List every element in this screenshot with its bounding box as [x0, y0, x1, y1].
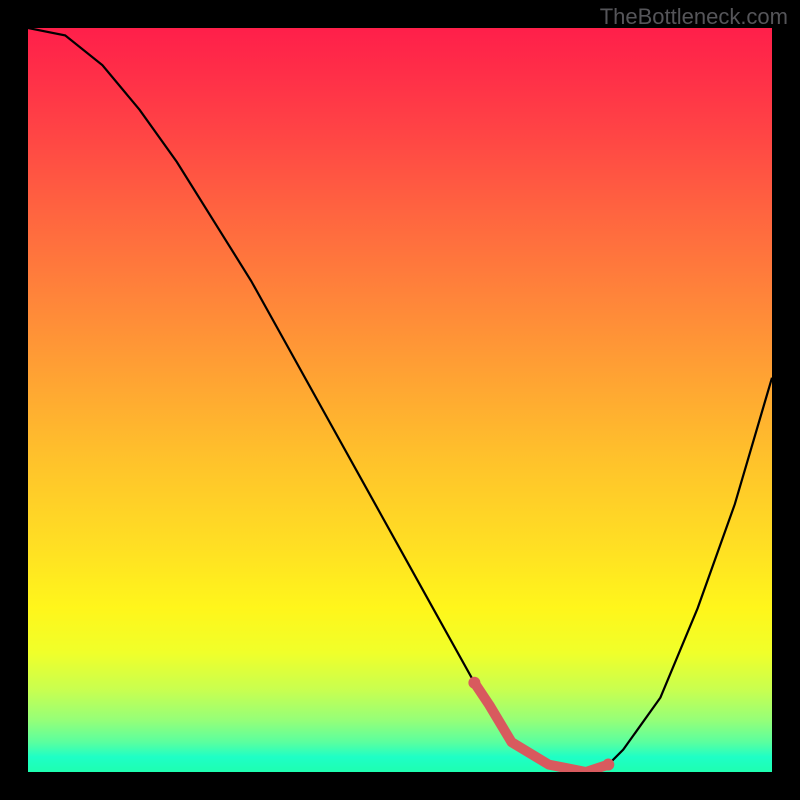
- chart-svg: [28, 28, 772, 772]
- highlight-segment: [474, 683, 608, 772]
- watermark-text: TheBottleneck.com: [600, 4, 788, 30]
- bottleneck-curve-line: [28, 28, 772, 772]
- highlight-endpoint-left: [468, 677, 480, 689]
- highlight-endpoint-right: [602, 759, 614, 771]
- chart-plot-area: [28, 28, 772, 772]
